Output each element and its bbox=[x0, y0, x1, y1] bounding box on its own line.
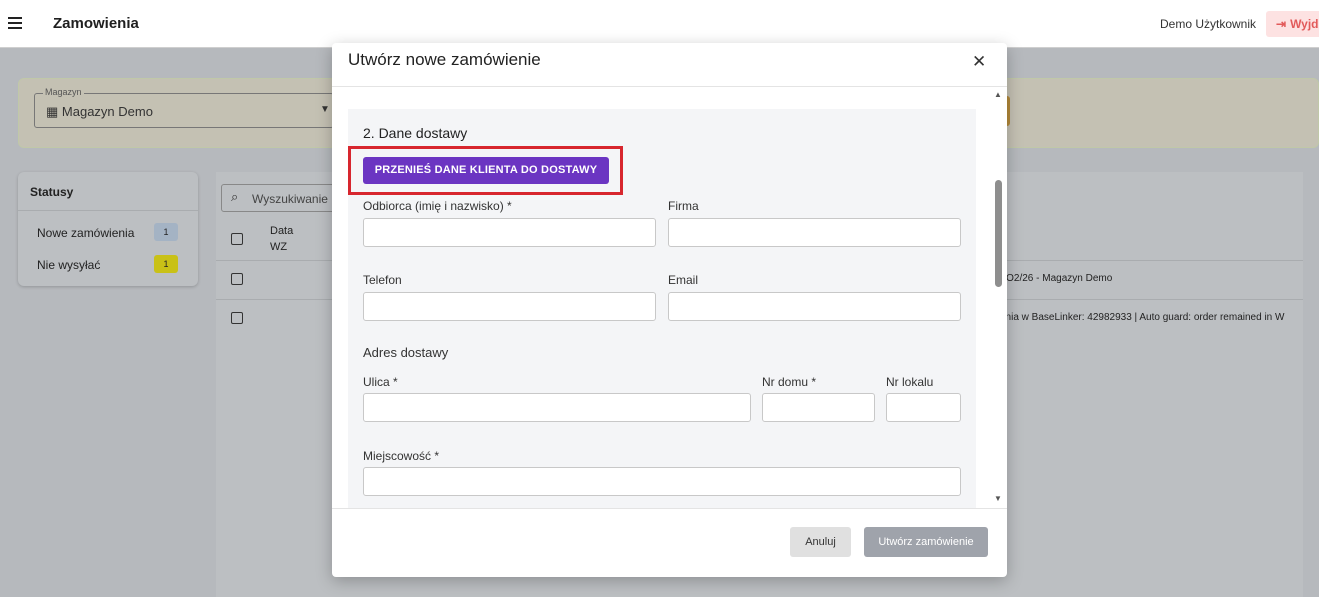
scroll-down-icon[interactable]: ▼ bbox=[994, 494, 1002, 503]
menu-icon[interactable] bbox=[8, 17, 22, 29]
create-order-button[interactable]: Utwórz zamówienie bbox=[864, 527, 988, 557]
street-label: Ulica * bbox=[363, 375, 398, 389]
status-item-label[interactable]: Nie wysyłać bbox=[37, 258, 100, 272]
email-input[interactable] bbox=[668, 292, 961, 321]
logout-button[interactable]: ⇥Wyjdź bbox=[1266, 11, 1319, 37]
transfer-client-data-button[interactable]: PRZENIEŚ DANE KLIENTA DO DOSTAWY bbox=[363, 157, 609, 184]
table-row: ZO2/26 - Magazyn Demo bbox=[1000, 273, 1113, 284]
status-title: Statusy bbox=[30, 185, 74, 199]
status-badge: 1 bbox=[154, 223, 178, 241]
chevron-down-icon[interactable]: ▼ bbox=[320, 104, 330, 115]
row-checkbox[interactable] bbox=[231, 273, 243, 285]
phone-label: Telefon bbox=[363, 273, 402, 287]
cancel-button[interactable]: Anuluj bbox=[790, 527, 851, 557]
warehouse-legend: Magazyn bbox=[43, 87, 84, 97]
city-label: Miejscowość * bbox=[363, 449, 440, 463]
house-number-input[interactable] bbox=[762, 393, 875, 422]
table-row: enia w BaseLinker: 42982933 | Auto guard… bbox=[1000, 312, 1285, 323]
city-input[interactable] bbox=[363, 467, 961, 496]
recipient-input[interactable] bbox=[363, 218, 656, 247]
phone-input[interactable] bbox=[363, 292, 656, 321]
search-placeholder: Wyszukiwanie bbox=[252, 192, 328, 206]
select-all-checkbox[interactable] bbox=[231, 233, 243, 245]
column-header-date: Data bbox=[270, 225, 294, 237]
warehouse-value-text: Magazyn Demo bbox=[61, 104, 153, 119]
logout-label: Wyjdź bbox=[1290, 17, 1319, 31]
top-bar: Zamowienia Demo Użytkownik ⇥Wyjdź bbox=[0, 0, 1319, 48]
column-header-wz: WZ bbox=[270, 241, 288, 253]
search-icon: ⌕ bbox=[231, 189, 239, 204]
scroll-up-icon[interactable]: ▲ bbox=[994, 90, 1002, 99]
company-input[interactable] bbox=[668, 218, 961, 247]
divider bbox=[332, 86, 1007, 87]
status-item-label[interactable]: Nowe zamówienia bbox=[37, 226, 134, 240]
house-number-label: Nr domu * bbox=[762, 375, 817, 389]
dialog-title: Utwórz nowe zamówienie bbox=[348, 50, 541, 69]
page-title: Zamowienia bbox=[53, 15, 139, 32]
email-label: Email bbox=[668, 273, 699, 287]
warehouse-value: ▦ Magazyn Demo bbox=[46, 104, 153, 120]
street-input[interactable] bbox=[363, 393, 751, 422]
logout-icon: ⇥ bbox=[1276, 17, 1287, 31]
recipient-label: Odbiorca (imię i nazwisko) * bbox=[363, 199, 512, 213]
row-checkbox[interactable] bbox=[231, 312, 243, 324]
apartment-number-input[interactable] bbox=[886, 393, 961, 422]
status-badge: 1 bbox=[154, 255, 178, 273]
divider bbox=[332, 508, 1007, 509]
close-icon[interactable]: ✕ bbox=[972, 52, 986, 72]
warehouse-icon: ▦ bbox=[46, 104, 62, 119]
scrollbar-thumb[interactable] bbox=[995, 180, 1002, 287]
apartment-number-label: Nr lokalu bbox=[886, 375, 934, 389]
company-label: Firma bbox=[668, 199, 699, 213]
section-title: 2. Dane dostawy bbox=[363, 125, 468, 141]
divider bbox=[18, 210, 198, 211]
user-name: Demo Użytkownik bbox=[1160, 17, 1257, 31]
address-title: Adres dostawy bbox=[363, 345, 449, 360]
